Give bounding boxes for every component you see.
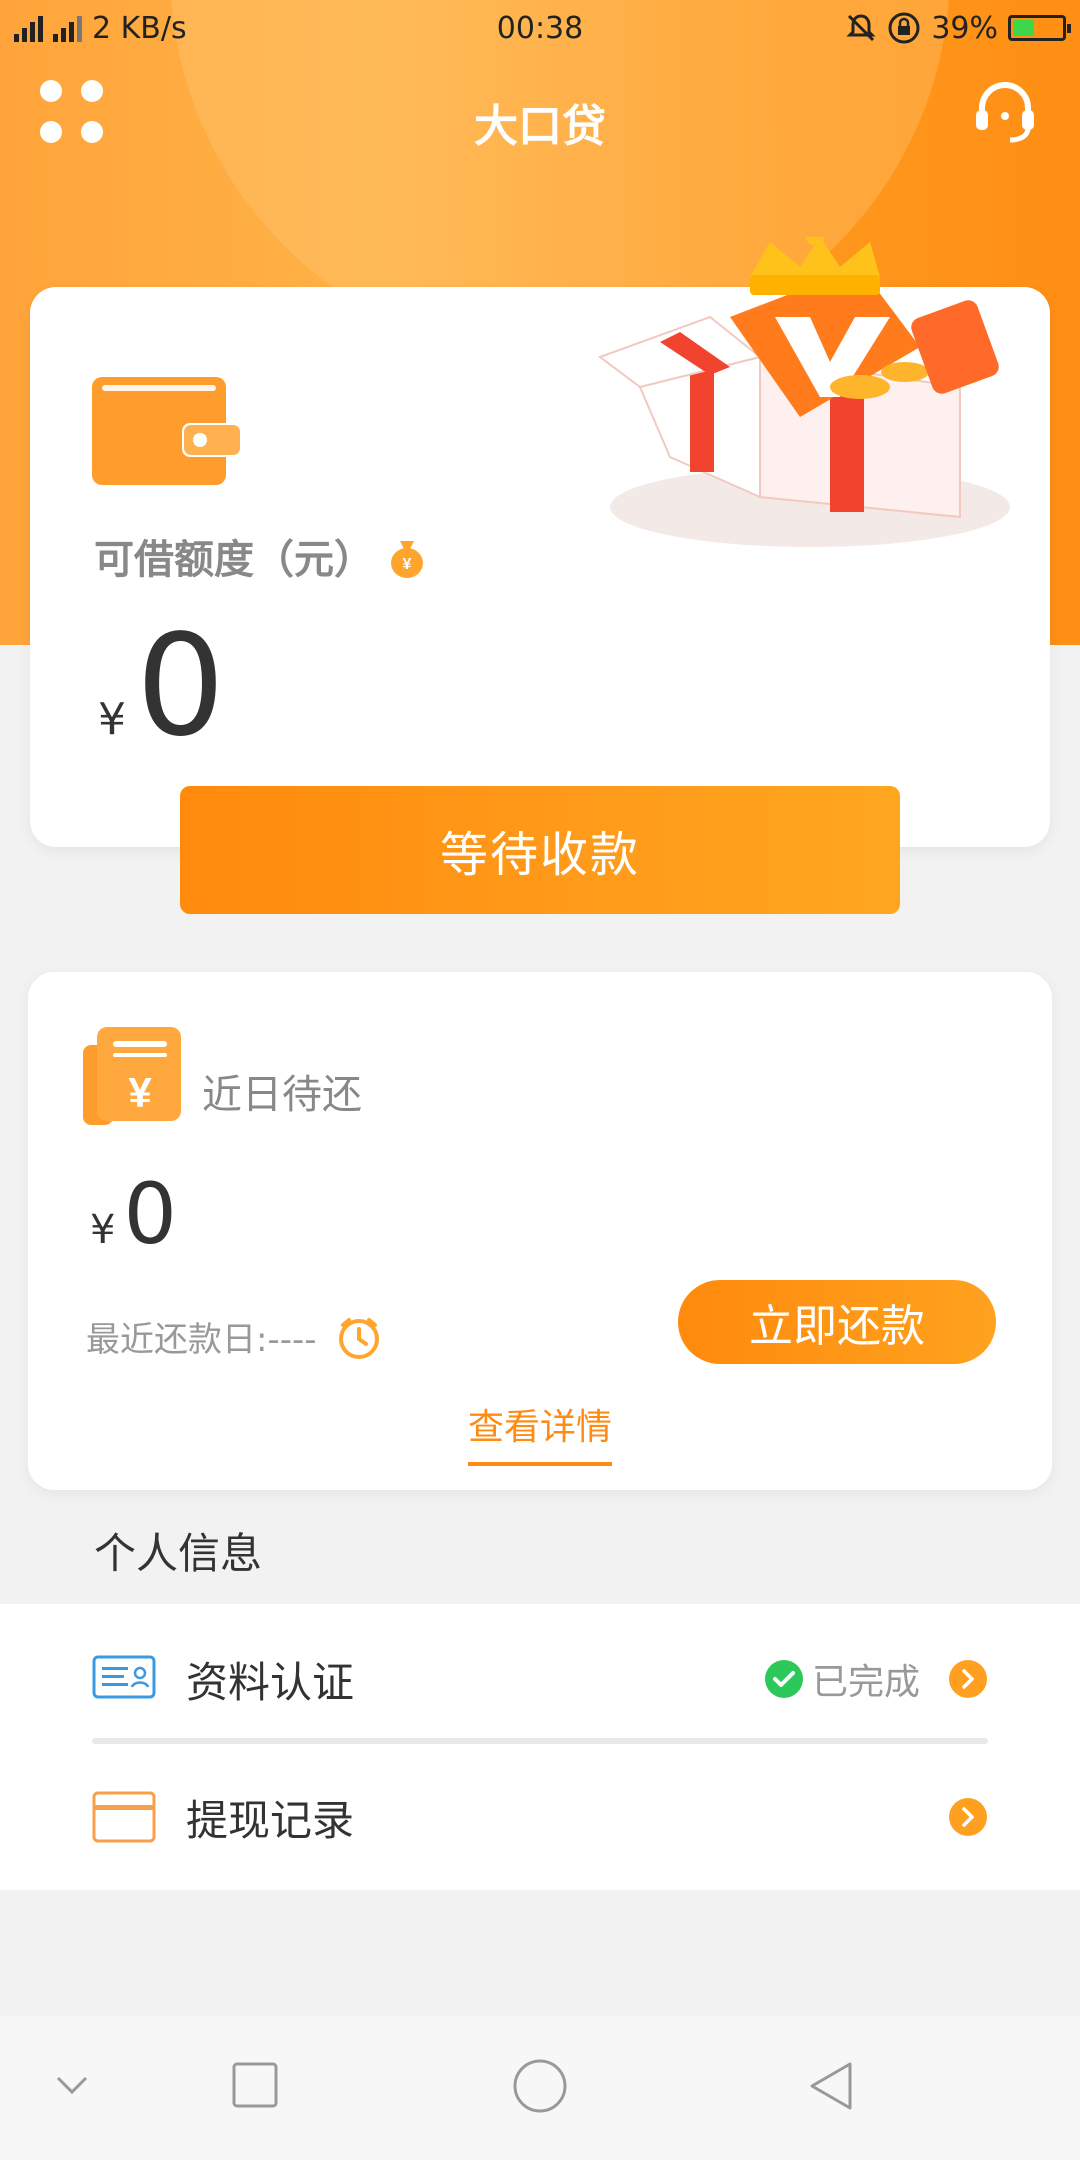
credit-amount-value: 0	[136, 605, 226, 768]
wallet-icon	[92, 377, 242, 485]
bill-icon: ¥	[83, 1027, 181, 1125]
personal-info-list: 资料认证 已完成 提现记录	[0, 1604, 1080, 1890]
section-title-personal: 个人信息	[94, 1529, 263, 1578]
nav-bar: 大口贷	[0, 72, 1080, 172]
credit-limit-text: 可借额度（元）	[94, 537, 374, 583]
recent-due-label: 近日待还	[202, 1072, 362, 1118]
recent-apps-icon[interactable]	[232, 2062, 278, 2108]
view-details-link[interactable]: 查看详情	[467, 1398, 612, 1466]
credit-card: 可借额度（元） ¥ ¥ 0	[30, 237, 1050, 847]
system-nav-bar	[0, 2016, 1080, 2160]
money-bag-icon: ¥	[391, 541, 423, 578]
customer-service-icon[interactable]	[970, 76, 1040, 146]
due-date-row: 最近还款日:----	[86, 1312, 381, 1361]
credit-limit-label: 可借额度（元） ¥	[94, 527, 426, 585]
divider	[92, 1738, 988, 1744]
await-payment-button[interactable]: 等待收款	[180, 786, 900, 914]
list-item-label: 提现记录	[186, 1795, 355, 1845]
due-amount: ¥ 0	[90, 1172, 177, 1256]
verification-status: 已完成	[764, 1653, 920, 1705]
svg-text:¥: ¥	[128, 1069, 152, 1116]
list-item-withdraw-records[interactable]: 提现记录	[0, 1752, 1080, 1882]
credit-amount: ¥ 0	[98, 617, 225, 757]
due-date-text: 最近还款日:----	[86, 1320, 317, 1360]
currency-symbol: ¥	[90, 1207, 116, 1253]
currency-symbol: ¥	[98, 694, 126, 745]
page-title: 大口贷	[474, 101, 606, 152]
view-details-link-wrap: 查看详情	[28, 1398, 1052, 1466]
chevron-down-icon[interactable]	[52, 2070, 92, 2100]
home-icon[interactable]	[512, 2058, 568, 2114]
clock-icon	[338, 1317, 379, 1359]
back-icon[interactable]	[806, 2060, 854, 2112]
status-time: 00:38	[496, 10, 584, 46]
gift-box-illustration	[597, 237, 1010, 547]
list-item-label: 资料认证	[186, 1657, 355, 1707]
status-text: 已完成	[811, 1662, 920, 1703]
svg-text:¥: ¥	[403, 556, 412, 573]
status-bar: 2 KB/s 00:38 39%	[0, 0, 1080, 56]
battery-icon	[1008, 15, 1071, 41]
chevron-right-icon[interactable]	[948, 1797, 988, 1837]
card-icon	[92, 1791, 156, 1843]
due-amount-value: 0	[123, 1165, 177, 1263]
chevron-right-icon[interactable]	[948, 1659, 988, 1699]
id-card-icon	[92, 1655, 156, 1699]
repay-now-button[interactable]: 立即还款	[678, 1280, 996, 1364]
list-item-verification[interactable]: 资料认证 已完成	[0, 1614, 1080, 1744]
repayment-card: ¥ 近日待还 ¥ 0 最近还款日:---- 立即还款 查看详情	[28, 972, 1052, 1490]
check-circle-icon	[764, 1660, 803, 1698]
